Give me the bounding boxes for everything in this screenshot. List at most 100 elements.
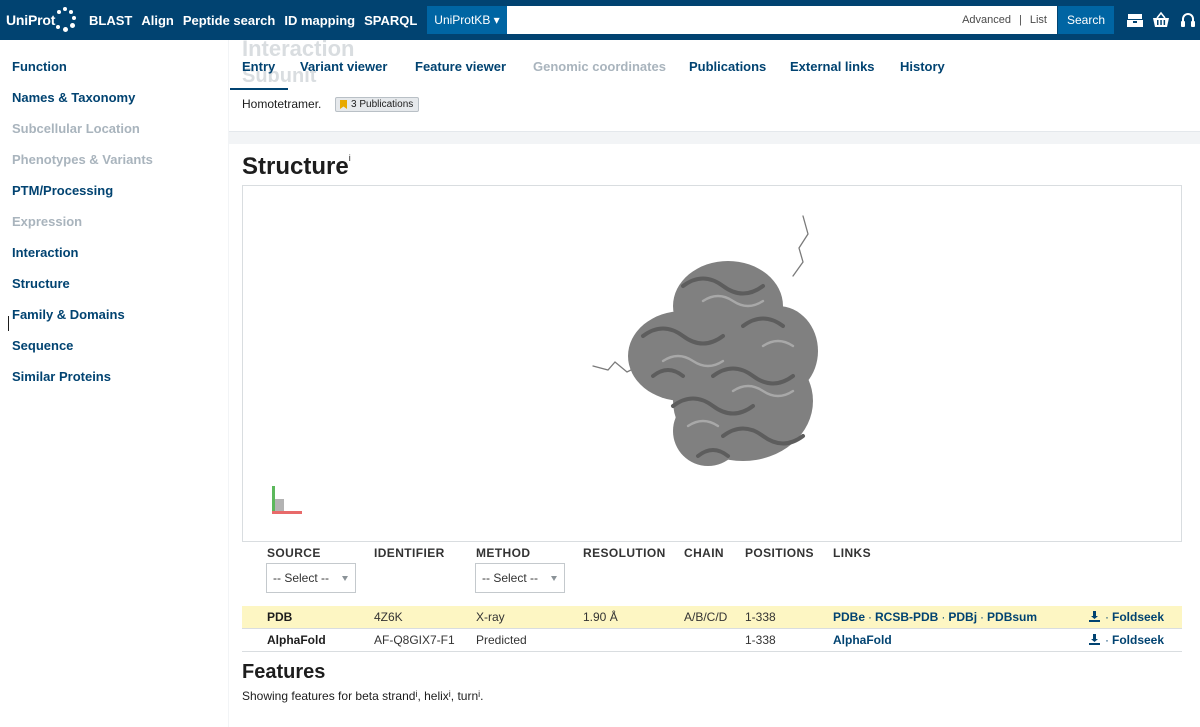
table-row: AlphaFold AF-Q8GIX7-F1 Predicted 1-338 A… xyxy=(242,629,1182,652)
cell-positions: 1-338 xyxy=(745,610,776,624)
info-icon[interactable]: i xyxy=(349,153,351,163)
column-header-links: LINKS xyxy=(833,546,871,560)
interaction-section: Interaction Subunit Entry Variant viewer… xyxy=(229,36,1200,132)
structure-title: Structurei xyxy=(242,153,351,181)
link-foldseek[interactable]: Foldseek xyxy=(1112,610,1164,624)
bookmark-icon xyxy=(340,100,347,109)
source-filter-select[interactable]: -- Select -- xyxy=(266,563,356,593)
section-sidebar: Function Names & Taxonomy Subcellular Lo… xyxy=(0,40,228,727)
link-alphafold[interactable]: AlphaFold xyxy=(833,633,892,647)
structure-section: Structurei SOURCE IDENTIFIER METHOD RESO… xyxy=(229,144,1200,727)
help-icon[interactable] xyxy=(1178,10,1198,30)
separator: · xyxy=(1105,633,1109,647)
features-text-prefix: Showing features for beta strand xyxy=(242,689,416,703)
source-filter-value: -- Select -- xyxy=(273,571,330,585)
search-button[interactable]: Search xyxy=(1058,6,1114,34)
column-header-resolution: RESOLUTION xyxy=(583,546,666,560)
features-text-turn: , turn xyxy=(450,689,479,703)
sidebar-item-sequence[interactable]: Sequence xyxy=(12,338,73,353)
features-text-helix: , helix xyxy=(417,689,449,703)
column-header-source: SOURCE xyxy=(267,546,321,560)
divider: | xyxy=(1019,14,1022,26)
list-search-link[interactable]: List xyxy=(1030,14,1047,26)
structure-3d-viewer[interactable] xyxy=(242,185,1182,542)
top-header: UniProt BLAST Align Peptide search ID ma… xyxy=(0,0,1200,40)
sidebar-item-subcellular-location: Subcellular Location xyxy=(12,121,140,136)
separator: · xyxy=(941,610,946,624)
features-text-suffix: . xyxy=(480,689,484,703)
cell-source: PDB xyxy=(267,610,293,624)
sidebar-item-function[interactable]: Function xyxy=(12,59,67,74)
cell-actions: · Foldseek xyxy=(1089,633,1164,647)
tab-external-links[interactable]: External links xyxy=(790,59,875,74)
tab-history[interactable]: History xyxy=(900,59,945,74)
nav-sparql[interactable]: SPARQL xyxy=(364,13,417,28)
column-header-chain: CHAIN xyxy=(684,546,724,560)
column-header-identifier: IDENTIFIER xyxy=(374,546,445,560)
sidebar-item-phenotypes-variants: Phenotypes & Variants xyxy=(12,152,153,167)
nav-align[interactable]: Align xyxy=(141,13,174,28)
link-pdbe[interactable]: PDBe xyxy=(833,610,865,624)
tab-publications[interactable]: Publications xyxy=(689,59,766,74)
cell-chain: A/B/C/D xyxy=(684,610,728,624)
link-pdbj[interactable]: PDBj xyxy=(948,610,977,624)
chevron-down-icon xyxy=(551,576,557,581)
chevron-down-icon xyxy=(342,576,348,581)
cell-actions: · Foldseek xyxy=(1089,610,1164,624)
axes-indicator-icon xyxy=(272,486,302,514)
column-header-method: METHOD xyxy=(476,546,531,560)
sidebar-item-structure[interactable]: Structure xyxy=(12,276,70,291)
logo-text: UniProt xyxy=(6,12,56,28)
nav-id-mapping[interactable]: ID mapping xyxy=(284,13,355,28)
features-description: Showing features for beta strandi, helix… xyxy=(242,689,484,703)
sidebar-item-family-domains[interactable]: Family & Domains xyxy=(12,307,125,322)
separator: · xyxy=(1105,610,1109,624)
search-input[interactable]: Advanced | List xyxy=(507,6,1057,34)
cell-method: Predicted xyxy=(476,633,527,647)
cell-positions: 1-338 xyxy=(745,633,776,647)
link-foldseek[interactable]: Foldseek xyxy=(1112,633,1164,647)
tools-icon[interactable] xyxy=(1125,10,1145,30)
separator: · xyxy=(868,610,873,624)
cell-source: AlphaFold xyxy=(267,633,326,647)
separator: · xyxy=(980,610,985,624)
uniprot-logo[interactable]: UniProt xyxy=(0,0,84,40)
cell-method: X-ray xyxy=(476,610,505,624)
publications-badge-label: 3 Publications xyxy=(351,99,414,110)
link-pdbsum[interactable]: PDBsum xyxy=(987,610,1037,624)
structure-title-text: Structure xyxy=(242,153,349,180)
basket-icon[interactable] xyxy=(1151,10,1171,30)
download-icon[interactable] xyxy=(1089,611,1100,622)
publications-badge[interactable]: 3 Publications xyxy=(335,97,420,112)
cell-links: PDBe · RCSB-PDB · PDBj · PDBsum xyxy=(833,610,1037,624)
column-header-positions: POSITIONS xyxy=(745,546,814,560)
tab-genomic-coordinates: Genomic coordinates xyxy=(533,59,666,74)
table-row: PDB 4Z6K X-ray 1.90 Å A/B/C/D 1-338 PDBe… xyxy=(242,606,1182,629)
sidebar-item-expression: Expression xyxy=(12,214,83,229)
sidebar-item-interaction[interactable]: Interaction xyxy=(12,245,78,260)
method-filter-value: -- Select -- xyxy=(482,571,539,585)
sidebar-item-ptm-processing[interactable]: PTM/Processing xyxy=(12,183,113,198)
cell-identifier: AF-Q8GIX7-F1 xyxy=(374,633,455,647)
features-title: Features xyxy=(242,661,326,683)
download-icon[interactable] xyxy=(1089,634,1100,645)
tab-entry[interactable]: Entry xyxy=(242,59,275,74)
active-tab-indicator xyxy=(230,88,288,90)
link-rcsb-pdb[interactable]: RCSB-PDB xyxy=(875,610,938,624)
sidebar-item-names-taxonomy[interactable]: Names & Taxonomy xyxy=(12,90,135,105)
main-nav: BLAST Align Peptide search ID mapping SP… xyxy=(89,13,426,28)
logo-dots-icon xyxy=(55,6,77,34)
method-filter-select[interactable]: -- Select -- xyxy=(475,563,565,593)
nav-peptide-search[interactable]: Peptide search xyxy=(183,13,276,28)
database-selector[interactable]: UniProtKB ▾ xyxy=(427,6,507,34)
current-section-marker xyxy=(8,316,9,331)
nav-blast[interactable]: BLAST xyxy=(89,13,132,28)
advanced-search-link[interactable]: Advanced xyxy=(962,14,1011,26)
cell-links: AlphaFold xyxy=(833,633,892,647)
cell-identifier: 4Z6K xyxy=(374,610,403,624)
subunit-description: Homotetramer. xyxy=(242,97,322,111)
tab-variant-viewer[interactable]: Variant viewer xyxy=(300,59,387,74)
cell-resolution: 1.90 Å xyxy=(583,610,618,624)
tab-feature-viewer[interactable]: Feature viewer xyxy=(415,59,506,74)
sidebar-item-similar-proteins[interactable]: Similar Proteins xyxy=(12,369,111,384)
